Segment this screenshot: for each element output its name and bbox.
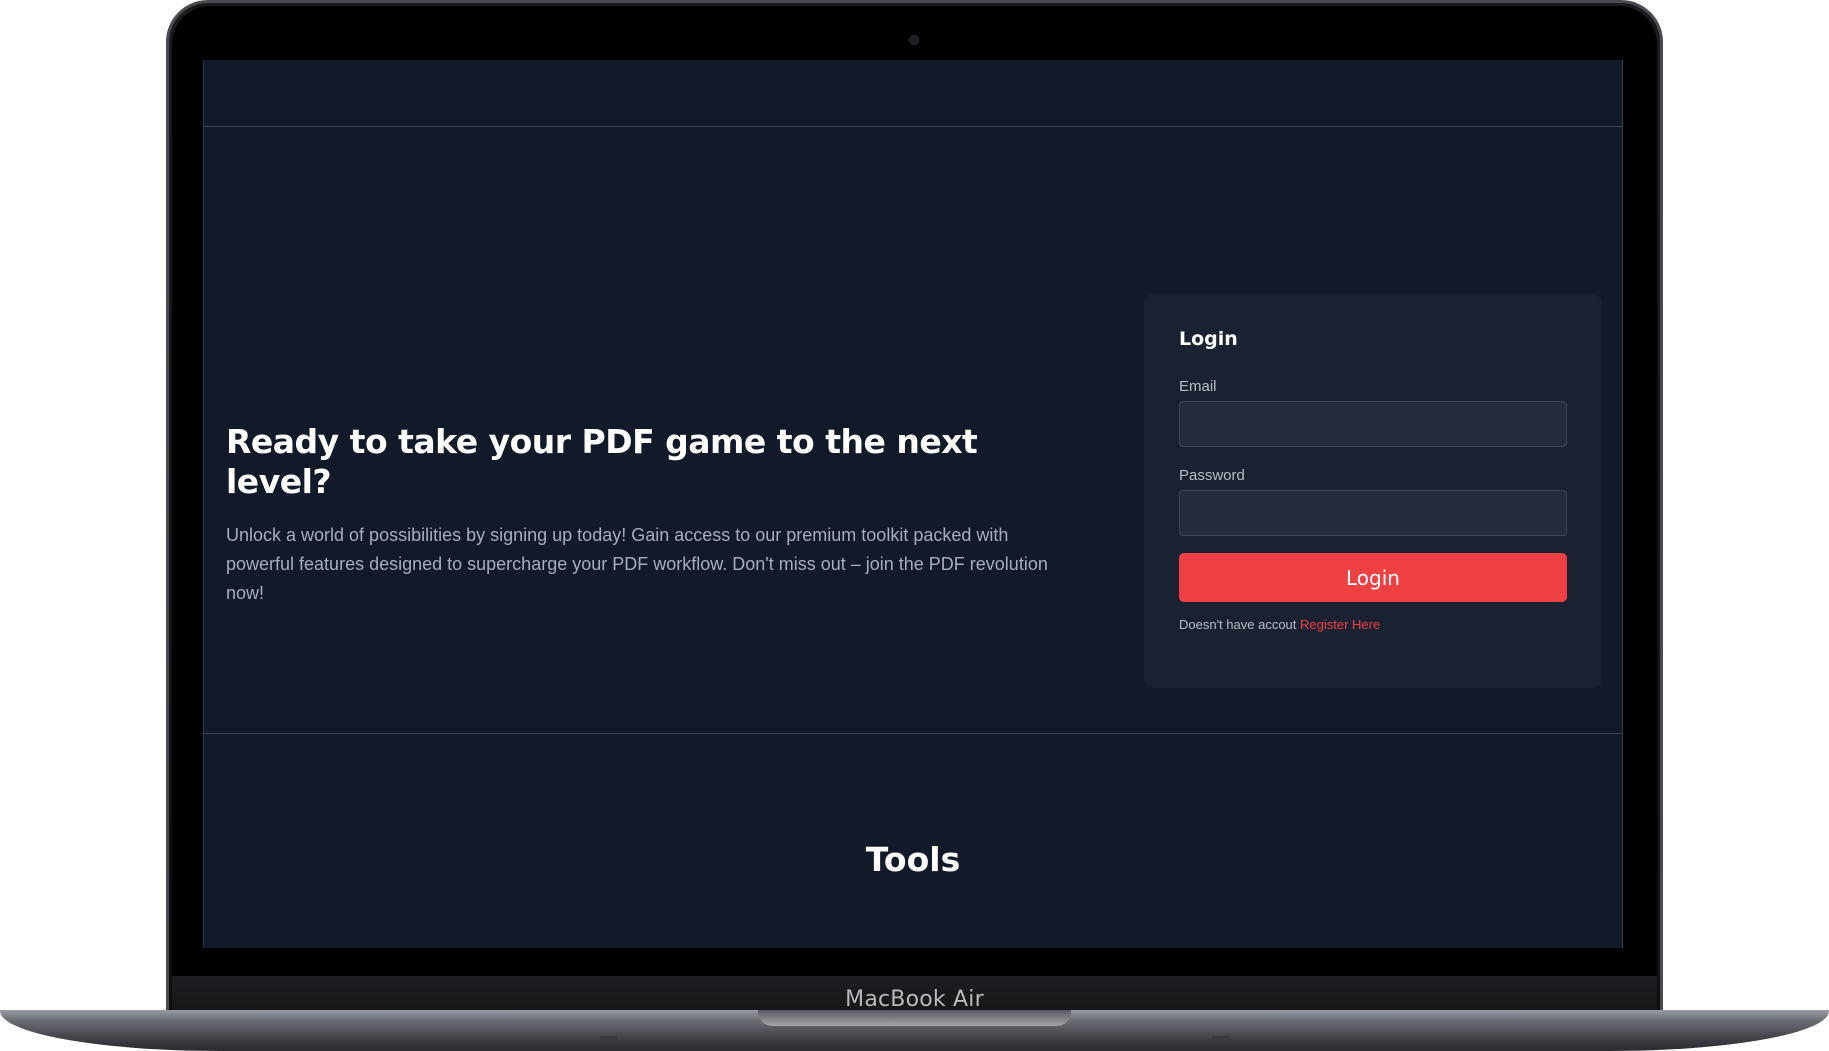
laptop-foot: [600, 1036, 618, 1040]
device-label: MacBook Air: [845, 986, 984, 1012]
navbar: [204, 60, 1622, 127]
register-link[interactable]: Register Here: [1300, 617, 1380, 632]
laptop-mockup: Ready to take your PDF game to the next …: [0, 0, 1829, 1051]
camera-icon: [909, 35, 919, 45]
login-card: Login Email Password Login Doesn't have …: [1144, 294, 1602, 688]
password-field[interactable]: [1179, 490, 1567, 536]
browser-viewport: Ready to take your PDF game to the next …: [203, 60, 1623, 948]
register-prompt-line: Doesn't have accout Register Here: [1179, 617, 1567, 632]
register-prompt: Doesn't have accout: [1179, 617, 1297, 632]
login-title: Login: [1179, 328, 1238, 350]
tools-heading: Tools: [865, 840, 961, 879]
laptop-hinge-notch: [758, 1010, 1071, 1026]
hero-section: Ready to take your PDF game to the next …: [204, 127, 1622, 734]
laptop-foot: [1212, 1036, 1230, 1040]
email-label: Email: [1179, 378, 1217, 395]
login-button[interactable]: Login: [1179, 553, 1567, 602]
hero-text: Ready to take your PDF game to the next …: [226, 422, 1056, 608]
hero-title: Ready to take your PDF game to the next …: [226, 422, 978, 501]
hero-description: Unlock a world of possibilities by signi…: [226, 525, 1048, 604]
email-field[interactable]: [1179, 401, 1567, 447]
password-label: Password: [1179, 467, 1245, 484]
